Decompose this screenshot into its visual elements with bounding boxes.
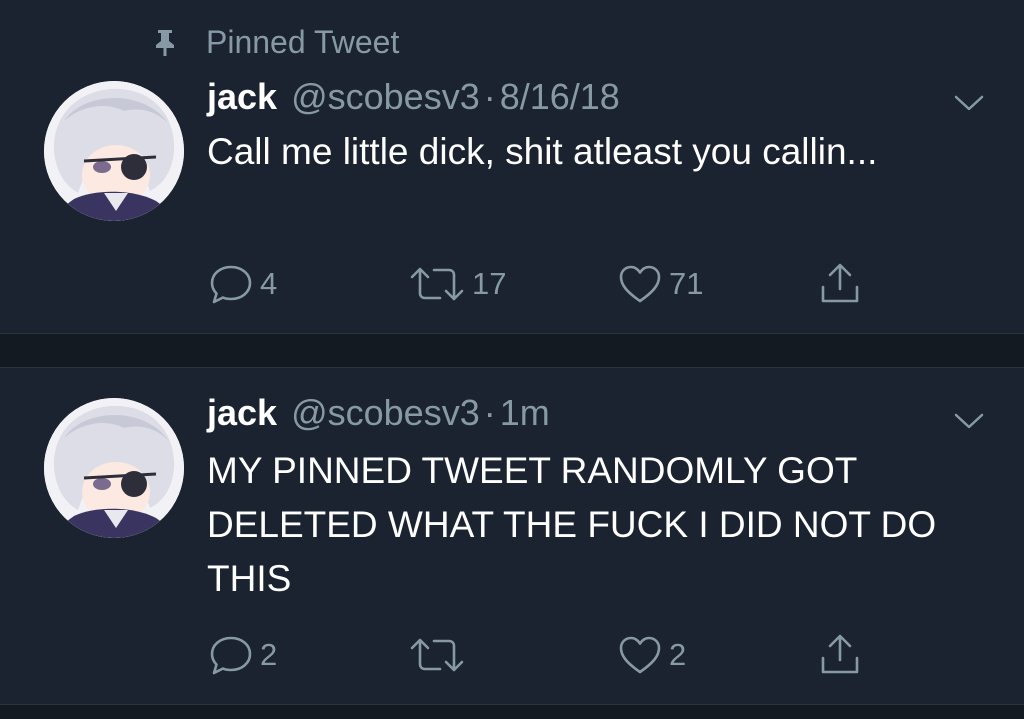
retweet-icon [408,261,466,307]
tweet-pinned[interactable]: Pinned Tweet jack @scobesv3 · 8/16/18 Ca… [0,0,1024,333]
tweet-actions: 2 2 [0,630,1024,680]
share-button[interactable] [817,259,863,309]
share-icon [817,632,863,678]
share-button[interactable] [817,630,863,680]
retweet-button[interactable]: 17 [408,259,506,309]
tweet-header: jack @scobesv3 · 8/16/18 [207,76,620,126]
user-handle[interactable]: @scobesv3 [291,392,480,434]
heart-icon [617,632,663,678]
retweet-count: 17 [472,266,507,301]
like-button[interactable]: 71 [617,259,703,309]
pinned-indicator: Pinned Tweet [150,22,399,62]
tweet[interactable]: jack @scobesv3 · 1m MY PINNED TWEET RAND… [0,368,1024,704]
reply-icon [208,261,254,307]
tweet-header: jack @scobesv3 · 1m [207,392,550,442]
display-name[interactable]: jack [207,76,277,118]
reply-count: 4 [260,266,278,301]
share-icon [817,261,863,307]
meta-separator: · [483,76,496,117]
reply-button[interactable]: 4 [208,259,277,309]
like-count: 71 [669,266,704,301]
tweet-divider [0,333,1024,368]
tweet-divider [0,704,1024,719]
meta-separator: · [483,392,496,433]
retweet-button[interactable] [408,630,472,680]
reply-icon [208,632,254,678]
pin-icon [150,27,180,57]
avatar[interactable] [44,81,184,221]
chevron-down-icon[interactable] [953,410,985,432]
chevron-down-icon[interactable] [953,92,985,114]
tweet-text: MY PINNED TWEET RANDOMLY GOT DELETED WHA… [207,450,937,599]
reply-button[interactable]: 2 [208,630,277,680]
like-button[interactable]: 2 [617,630,686,680]
tweet-text: Call me little dick, shit atleast you ca… [207,131,878,172]
heart-icon [617,261,663,307]
tweet-actions: 4 17 71 [0,259,1024,309]
retweet-icon [408,632,466,678]
tweet-timestamp[interactable]: 1m [500,392,550,434]
reply-count: 2 [260,637,278,672]
like-count: 2 [669,637,687,672]
pinned-tweet-label: Pinned Tweet [206,23,400,60]
display-name[interactable]: jack [207,392,277,434]
user-handle[interactable]: @scobesv3 [291,76,480,118]
tweet-timestamp[interactable]: 8/16/18 [500,76,620,118]
avatar[interactable] [44,398,184,538]
